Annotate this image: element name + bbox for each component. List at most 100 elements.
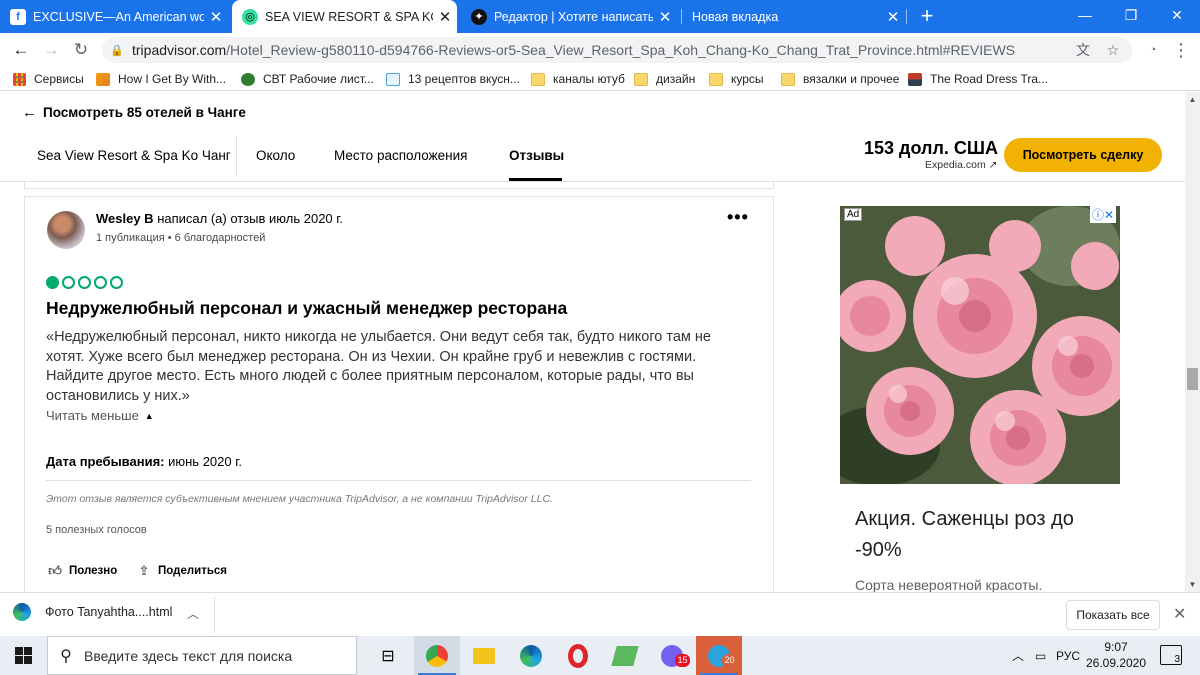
close-icon[interactable]: ✕: [1173, 604, 1186, 624]
advertisement[interactable]: Ad ⓘ✕ Акция. Саженцы роз до -90% Сорта н…: [840, 206, 1120, 592]
telegram-icon[interactable]: 20: [696, 636, 742, 675]
lock-icon: 🔒: [110, 44, 124, 57]
bookmark-folder-courses[interactable]: курсы: [709, 69, 764, 89]
translate-icon[interactable]: 文: [1070, 37, 1096, 63]
bookmark-label: вязалки и прочее: [803, 72, 900, 86]
view-deal-button[interactable]: Посмотреть сделку: [1004, 138, 1162, 172]
share-button[interactable]: ⇪ Поделиться: [135, 563, 227, 579]
author-name[interactable]: Wesley B: [96, 211, 154, 226]
bookmark-folder-design[interactable]: дизайн: [634, 69, 695, 89]
back-to-hotels-link[interactable]: ← Посмотреть 85 отелей в Чанге: [22, 104, 246, 121]
page-scrollbar[interactable]: ▲ ▼: [1185, 92, 1200, 592]
clock[interactable]: 9:07 26.09.2020: [1085, 639, 1147, 671]
bookmark-folder-knitting[interactable]: вязалки и прочее: [781, 69, 899, 89]
bookmark-how-i-get-by[interactable]: How I Get By With...: [96, 69, 226, 89]
network-icon[interactable]: ▭: [1035, 636, 1046, 675]
bookmark-folder-youtube[interactable]: каналы ютуб: [531, 69, 625, 89]
close-icon[interactable]: ✕: [433, 8, 457, 26]
tab-editor[interactable]: ✦ Редактор | Хотите написать пло ✕: [461, 0, 677, 33]
rating-bubble: [78, 276, 91, 289]
review-body: «Недружелюбный персонал, никто никогда н…: [46, 329, 711, 404]
tab-location[interactable]: Место расположения: [334, 148, 467, 163]
gear-site-icon: [241, 72, 255, 86]
rating-bubble: [110, 276, 123, 289]
viber-icon[interactable]: 15: [649, 636, 695, 675]
tab-title: SEA VIEW RESORT & SPA KOH CH: [265, 9, 433, 24]
helpful-votes-count: 5 полезных голосов: [46, 524, 147, 536]
divider: [214, 597, 215, 633]
folder-icon: [531, 72, 545, 86]
show-all-button[interactable]: Показать все: [1066, 600, 1160, 630]
scroll-down-icon[interactable]: ▼: [1185, 577, 1200, 592]
forward-arrow-icon[interactable]: →: [38, 37, 64, 63]
close-window-icon[interactable]: ✕: [1154, 0, 1200, 33]
back-arrow-icon[interactable]: ←: [8, 37, 34, 63]
close-icon[interactable]: ✕: [204, 8, 228, 26]
folder-icon: [781, 72, 795, 86]
tab-nearby[interactable]: Около: [256, 148, 295, 163]
divider: [236, 136, 237, 176]
taskbar-search[interactable]: ⚲ Введите здесь текст для поиска: [47, 636, 357, 675]
price: 153 долл. США: [864, 138, 998, 158]
notes-app-icon[interactable]: [602, 636, 648, 675]
restore-icon[interactable]: ❐: [1108, 0, 1154, 33]
chrome-icon[interactable]: [414, 636, 460, 675]
rating-bubble: [46, 276, 59, 289]
stay-date-value: июнь 2020 г.: [164, 454, 242, 469]
bookmark-site-icon: [96, 72, 110, 86]
reload-icon[interactable]: ↻: [68, 37, 94, 63]
start-button[interactable]: [0, 636, 47, 675]
menu-kebab-icon[interactable]: ⋮: [1168, 37, 1194, 63]
task-view-icon[interactable]: ⊟: [365, 636, 411, 675]
scrollbar-thumb[interactable]: [1187, 368, 1198, 390]
edge-icon[interactable]: [508, 636, 554, 675]
read-less-link[interactable]: Читать меньше ▲: [46, 408, 154, 423]
tray-chevron-icon[interactable]: ︿: [1012, 636, 1024, 675]
download-item[interactable]: Фото Tanyahtha....html: [13, 603, 172, 621]
close-icon[interactable]: ✕: [653, 8, 677, 26]
more-options-icon[interactable]: •••: [727, 207, 749, 228]
close-icon[interactable]: ✕: [881, 8, 905, 26]
minimize-icon[interactable]: —: [1062, 0, 1108, 33]
web-page: ← Посмотреть 85 отелей в Чанге Sea View …: [0, 92, 1185, 592]
ad-roses-image[interactable]: Ad ⓘ✕: [840, 206, 1120, 484]
extension-icon[interactable]: ◔: [1140, 37, 1166, 63]
left-arrow-icon: ←: [22, 104, 37, 121]
chevron-up-icon[interactable]: ︿: [187, 605, 199, 622]
ad-subline: Сорта невероятной красоты.: [855, 577, 1043, 592]
ad-choices-icon[interactable]: ⓘ✕: [1090, 206, 1117, 223]
language-indicator[interactable]: РУС: [1056, 636, 1080, 675]
bookmark-services[interactable]: Сервисы: [13, 69, 84, 89]
bookmark-road-dress[interactable]: The Road Dress Tra...: [908, 69, 1048, 89]
scroll-up-icon[interactable]: ▲: [1185, 92, 1200, 107]
tab-reviews[interactable]: Отзывы: [509, 148, 564, 163]
stay-date-label: Дата пребывания:: [46, 454, 165, 469]
rating-bubble: [94, 276, 107, 289]
avatar[interactable]: [47, 211, 85, 249]
editor-icon: ✦: [471, 8, 487, 25]
address-bar[interactable]: 🔒 tripadvisor.com /Hotel_Review-g580110-…: [102, 37, 1132, 63]
price-source-link[interactable]: Expedia.com ↗: [925, 159, 997, 171]
ad-headline[interactable]: Акция. Саженцы роз до -90%: [855, 504, 1105, 566]
bookmark-recipes[interactable]: 13 рецептов вкусн...: [386, 69, 520, 89]
caret-up-icon: ▲: [144, 410, 154, 421]
bookmark-label: Сервисы: [34, 72, 84, 86]
download-filename: Фото Tanyahtha....html: [45, 605, 173, 619]
windows-taskbar: ⚲ Введите здесь текст для поиска ⊟ 15 20…: [0, 636, 1200, 675]
star-icon[interactable]: ☆: [1100, 37, 1126, 63]
review-title[interactable]: Недружелюбный персонал и ужасный менедже…: [46, 298, 567, 319]
hotel-name[interactable]: Sea View Resort & Spa Ko Чанг: [37, 148, 231, 163]
tab-new[interactable]: Новая вкладка ✕: [682, 0, 905, 33]
roses-illustration: [840, 206, 1120, 484]
tab-tripadvisor[interactable]: ◎ SEA VIEW RESORT & SPA KOH CH ✕: [232, 0, 457, 33]
bookmark-svt[interactable]: СВТ Рабочие лист...: [241, 69, 374, 89]
url-path: /Hotel_Review-g580110-d594766-Reviews-or…: [226, 42, 1016, 58]
helpful-button[interactable]: 👍︎ Полезно: [46, 563, 117, 579]
tab-facebook[interactable]: f EXCLUSIVE—An American workin ✕: [0, 0, 228, 33]
file-explorer-icon[interactable]: [461, 636, 507, 675]
recipe-site-icon: [386, 72, 400, 86]
notifications-icon[interactable]: 3: [1160, 645, 1182, 665]
bookmark-label: дизайн: [656, 72, 696, 86]
opera-icon[interactable]: [555, 636, 601, 675]
new-tab-button[interactable]: +: [913, 2, 941, 30]
